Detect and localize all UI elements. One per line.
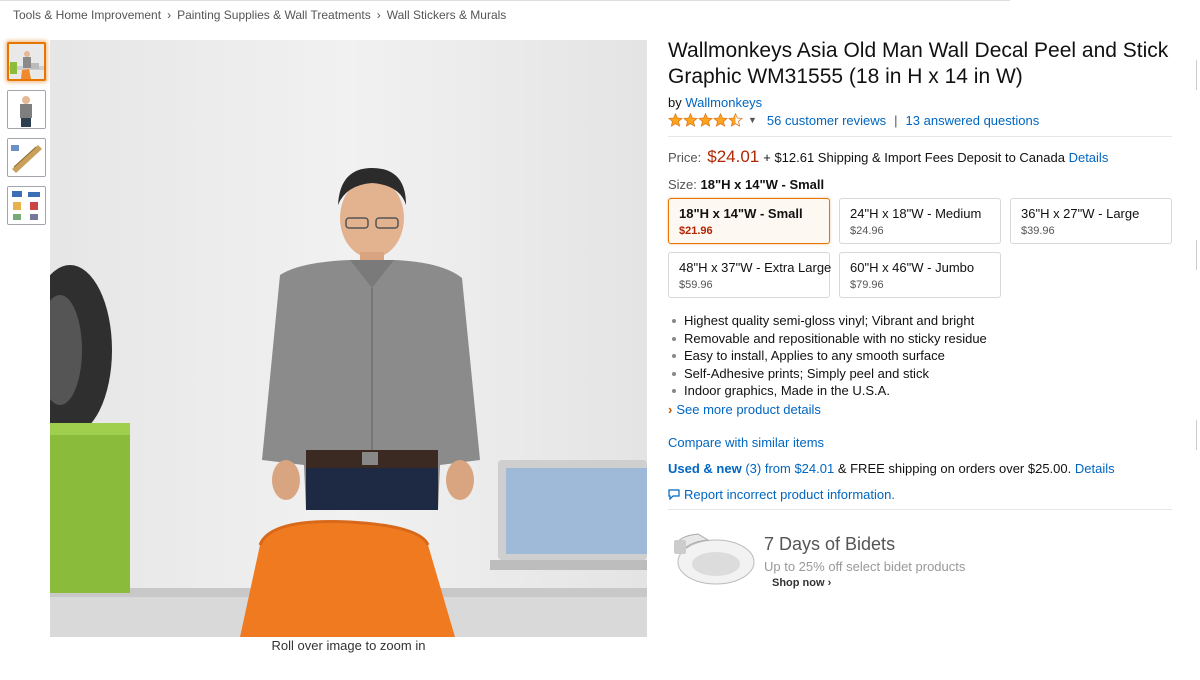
divider bbox=[668, 136, 1172, 137]
main-product-image[interactable] bbox=[50, 40, 647, 637]
used-details-link[interactable]: Details bbox=[1075, 461, 1115, 476]
size-selected-value: 18"H x 14"W - Small bbox=[700, 177, 825, 192]
compare-similar-link[interactable]: Compare with similar items bbox=[668, 435, 824, 450]
thumbnail-4[interactable] bbox=[7, 186, 46, 225]
feature-bullet: Easy to install, Applies to any smooth s… bbox=[672, 347, 1172, 365]
edge-marker bbox=[1196, 240, 1200, 270]
size-option-name: 60"H x 46"W - Jumbo bbox=[850, 260, 975, 275]
thumbnail-1[interactable] bbox=[7, 42, 46, 81]
size-option-small[interactable]: 18"H x 14"W - Small $21.96 bbox=[668, 198, 830, 244]
price-amount: $24.01 bbox=[707, 147, 760, 166]
zoom-hint: Roll over image to zoom in bbox=[271, 638, 426, 653]
right-edge-markers bbox=[1196, 60, 1200, 600]
size-option-large[interactable]: 36"H x 27"W - Large $39.96 bbox=[1010, 198, 1172, 244]
size-option-price: $21.96 bbox=[679, 225, 713, 237]
size-option-name: 18"H x 14"W - Small bbox=[679, 206, 803, 221]
size-options: 18"H x 14"W - Small $21.96 24"H x 18"W -… bbox=[668, 198, 1172, 298]
size-option-name: 36"H x 27"W - Large bbox=[1021, 206, 1140, 221]
shipping-details-link[interactable]: Details bbox=[1069, 150, 1109, 165]
used-new-link[interactable]: Used & new bbox=[668, 461, 742, 476]
size-option-price: $39.96 bbox=[1021, 225, 1055, 237]
used-new-row: Used & new (3) from $24.01 & FREE shippi… bbox=[668, 461, 1172, 476]
size-option-name: 48"H x 37"W - Extra Large bbox=[679, 260, 832, 275]
feature-bullet: Highest quality semi-gloss vinyl; Vibran… bbox=[672, 312, 1172, 330]
star-icon bbox=[698, 113, 713, 127]
price-label: Price: bbox=[668, 150, 702, 165]
price-row: Price: $24.01 + $12.61 Shipping & Import… bbox=[668, 147, 1172, 167]
breadcrumb-item-wall-stickers[interactable]: Wall Stickers & Murals bbox=[387, 8, 507, 22]
product-title: Wallmonkeys Asia Old Man Wall Decal Peel… bbox=[668, 39, 1169, 88]
size-option-medium[interactable]: 24"H x 18"W - Medium $24.96 bbox=[839, 198, 1001, 244]
feature-bullet: Self-Adhesive prints; Simply peel and st… bbox=[672, 365, 1172, 383]
free-shipping-text: & FREE shipping on orders over $25.00. bbox=[837, 460, 1072, 476]
bidet-seat-image bbox=[674, 532, 755, 584]
breadcrumb-item-tools[interactable]: Tools & Home Improvement bbox=[13, 8, 161, 22]
ad-subtitle: Up to 25% off select bidet products bbox=[764, 558, 966, 574]
see-more-details-link[interactable]: See more product details bbox=[676, 402, 821, 417]
report-incorrect-info-link[interactable]: Report incorrect product information. bbox=[684, 487, 895, 502]
used-count-link[interactable]: (3) bbox=[745, 461, 761, 476]
edge-marker bbox=[1196, 60, 1200, 90]
thumbnail-2[interactable] bbox=[7, 90, 46, 129]
breadcrumb-separator: › bbox=[167, 8, 172, 22]
used-from-link[interactable]: from $24.01 bbox=[765, 461, 834, 476]
see-more-row: › See more product details bbox=[668, 402, 1172, 417]
shipping-text: + $12.61 Shipping & Import Fees Deposit … bbox=[763, 150, 1065, 165]
chevron-down-icon[interactable]: ▼ bbox=[748, 115, 757, 125]
customer-reviews-link[interactable]: 56 customer reviews bbox=[767, 113, 886, 128]
speech-bubble-icon bbox=[668, 488, 680, 500]
chevron-right-icon: › bbox=[668, 401, 673, 417]
rating-row: ▼ 56 customer reviews | 13 answered ques… bbox=[668, 112, 1172, 128]
ad-shop-now-link[interactable]: Shop now › bbox=[772, 577, 831, 589]
compare-row: Compare with similar items bbox=[668, 435, 1172, 450]
product-info: Wallmonkeys Asia Old Man Wall Decal Peel… bbox=[668, 38, 1172, 592]
breadcrumb: Tools & Home Improvement › Painting Suppli… bbox=[13, 8, 506, 22]
feature-bullets: Highest quality semi-gloss vinyl; Vibran… bbox=[668, 312, 1172, 400]
size-option-price: $79.96 bbox=[850, 279, 884, 291]
feature-bullet: Removable and repositionable with no sti… bbox=[672, 330, 1172, 348]
star-rating[interactable] bbox=[668, 113, 743, 127]
star-icon bbox=[668, 113, 683, 127]
breadcrumb-item-painting[interactable]: Painting Supplies & Wall Treatments bbox=[177, 8, 371, 22]
thumbnail-3[interactable] bbox=[7, 138, 46, 177]
separator: | bbox=[894, 112, 898, 128]
answered-questions-link[interactable]: 13 answered questions bbox=[906, 113, 1040, 128]
size-option-name: 24"H x 18"W - Medium bbox=[850, 206, 982, 221]
size-option-price: $59.96 bbox=[679, 279, 713, 291]
size-selector: Size: 18"H x 14"W - Small 18"H x 14"W - … bbox=[668, 177, 1172, 298]
brand-link[interactable]: Wallmonkeys bbox=[685, 95, 762, 110]
divider bbox=[668, 508, 1172, 510]
size-option-jumbo[interactable]: 60"H x 46"W - Jumbo $79.96 bbox=[839, 252, 1001, 298]
size-option-extra-large[interactable]: 48"H x 37"W - Extra Large $59.96 bbox=[668, 252, 832, 298]
image-thumbnails bbox=[7, 42, 47, 234]
star-icon bbox=[683, 113, 698, 127]
sponsored-ad[interactable]: 7 Days of Bidets Up to 25% off select bi… bbox=[668, 522, 1172, 592]
edge-marker bbox=[1196, 420, 1200, 450]
ad-title: 7 Days of Bidets bbox=[764, 533, 896, 554]
breadcrumb-separator: › bbox=[376, 8, 381, 22]
star-icon bbox=[728, 113, 743, 127]
size-option-price: $24.96 bbox=[850, 225, 884, 237]
byline: by Wallmonkeys bbox=[668, 95, 1172, 110]
report-row: Report incorrect product information. bbox=[668, 487, 1172, 502]
star-icon bbox=[713, 113, 728, 127]
top-divider bbox=[0, 0, 1010, 1]
byline-prefix: by bbox=[668, 95, 682, 110]
feature-bullet: Indoor graphics, Made in the U.S.A. bbox=[672, 382, 1172, 400]
size-label: Size: bbox=[668, 177, 697, 192]
